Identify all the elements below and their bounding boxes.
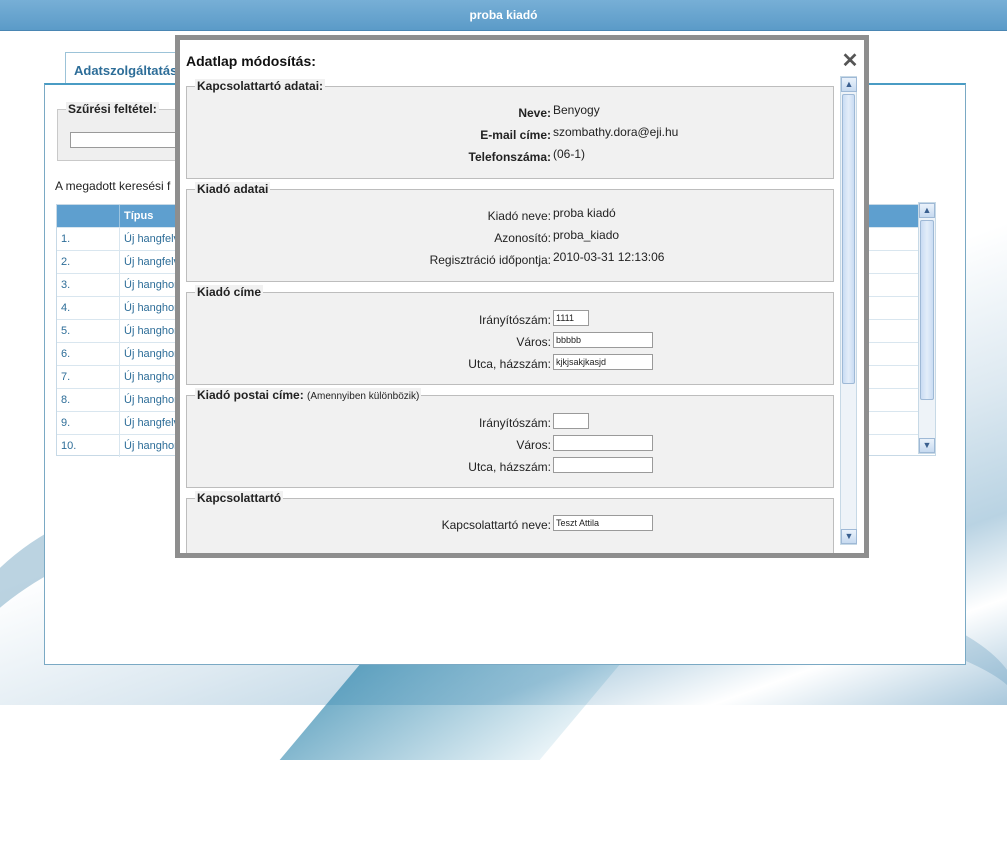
row-type: Új hanghor bbox=[120, 297, 180, 319]
section-postal: Kiadó postai címe: (Amennyiben különbözi… bbox=[186, 388, 835, 488]
postal-zip-label: Irányítószám: bbox=[478, 416, 551, 430]
row-number: 9. bbox=[57, 412, 120, 434]
contact-person-name-row: Kapcsolattartó neve: Teszt Attila bbox=[187, 515, 835, 537]
dialog-scrollbar[interactable]: ▲ ▼ bbox=[840, 76, 857, 545]
address-city-row: Város: bbbbb bbox=[187, 332, 835, 354]
row-number: 10. bbox=[57, 435, 120, 457]
section-publisher-legend: Kiadó adatai bbox=[195, 182, 271, 196]
contact-phone-label: Telefonszáma: bbox=[468, 150, 551, 164]
section-contact: Kapcsolattartó adatai: Neve: Benyogy E-m… bbox=[186, 79, 835, 179]
contact-email-label: E-mail címe: bbox=[480, 128, 551, 142]
section-publisher: Kiadó adatai Kiadó neve: proba kiadó Azo… bbox=[186, 182, 835, 282]
row-type: Új hanghor bbox=[120, 343, 180, 365]
contact-email-value: szombathy.dora@eji.hu bbox=[553, 125, 679, 139]
row-number: 8. bbox=[57, 389, 120, 411]
dialog-content: Kapcsolattartó adatai: Neve: Benyogy E-m… bbox=[186, 78, 840, 553]
postal-city-input[interactable] bbox=[553, 435, 653, 451]
contact-name-label: Neve: bbox=[518, 106, 551, 120]
row-type: Új hangfelv bbox=[120, 228, 180, 250]
scroll-up-icon[interactable]: ▲ bbox=[841, 77, 857, 92]
row-number: 6. bbox=[57, 343, 120, 365]
address-street-label: Utca, házszám: bbox=[468, 357, 551, 371]
contact-name-value: Benyogy bbox=[553, 103, 600, 117]
contact-email-row: E-mail címe: szombathy.dora@eji.hu bbox=[187, 125, 835, 147]
scroll-down-icon[interactable]: ▼ bbox=[919, 438, 935, 453]
postal-street-input[interactable] bbox=[553, 457, 653, 473]
row-number: 3. bbox=[57, 274, 120, 296]
dialog-title: Adatlap módosítás: bbox=[186, 53, 316, 69]
app-header: proba kiadó bbox=[0, 0, 1007, 31]
row-number: 2. bbox=[57, 251, 120, 273]
result-text: A megadott keresési f bbox=[55, 179, 171, 193]
publisher-id-row: Azonosító: proba_kiado bbox=[187, 228, 835, 250]
address-street-row: Utca, házszám: kjkjsakjkasjd bbox=[187, 354, 835, 376]
publisher-reg-row: Regisztráció időpontja: 2010-03-31 12:13… bbox=[187, 250, 835, 272]
row-number: 7. bbox=[57, 366, 120, 388]
section-contact-person-legend: Kapcsolattartó bbox=[195, 491, 284, 505]
postal-city-label: Város: bbox=[516, 438, 551, 452]
row-type: Új hanghor bbox=[120, 320, 180, 342]
grid-scrollbar[interactable]: ▲ ▼ bbox=[918, 202, 936, 454]
contact-person-name-label: Kapcsolattartó neve: bbox=[441, 518, 551, 532]
row-type: Új hanghor bbox=[120, 435, 180, 457]
row-type: Új hangfelv bbox=[120, 251, 180, 273]
address-zip-input[interactable]: 1111 bbox=[553, 310, 589, 326]
address-city-input[interactable]: bbbbb bbox=[553, 332, 653, 348]
grid-header-num[interactable] bbox=[57, 205, 120, 227]
postal-street-row: Utca, házszám: bbox=[187, 457, 835, 479]
row-number: 1. bbox=[57, 228, 120, 250]
row-number: 4. bbox=[57, 297, 120, 319]
scroll-up-icon[interactable]: ▲ bbox=[919, 203, 935, 218]
publisher-reg-label: Regisztráció időpontja: bbox=[429, 253, 551, 267]
contact-phone-row: Telefonszáma: (06-1) bbox=[187, 147, 835, 169]
row-type: Új hangfelv bbox=[120, 412, 180, 434]
scroll-thumb[interactable] bbox=[842, 94, 855, 384]
contact-phone-value: (06-1) bbox=[553, 147, 586, 161]
publisher-reg-value: 2010-03-31 12:13:06 bbox=[553, 250, 665, 264]
postal-zip-row: Irányítószám: bbox=[187, 413, 835, 435]
publisher-name-value: proba kiadó bbox=[553, 206, 616, 220]
postal-zip-input[interactable] bbox=[553, 413, 589, 429]
close-icon[interactable]: ✕ bbox=[840, 51, 860, 72]
row-type: Új hanghor bbox=[120, 389, 180, 411]
section-postal-note: (Amennyiben különbözik) bbox=[307, 391, 420, 402]
scroll-thumb[interactable] bbox=[920, 220, 934, 400]
row-type: Új hanghor bbox=[120, 366, 180, 388]
address-city-label: Város: bbox=[516, 335, 551, 349]
publisher-name-row: Kiadó neve: proba kiadó bbox=[187, 206, 835, 228]
postal-street-label: Utca, házszám: bbox=[468, 460, 551, 474]
section-contact-legend: Kapcsolattartó adatai: bbox=[195, 79, 326, 93]
publisher-name-label: Kiadó neve: bbox=[487, 209, 551, 223]
address-street-input[interactable]: kjkjsakjkasjd bbox=[553, 354, 653, 370]
section-postal-legend: Kiadó postai címe: (Amennyiben különbözi… bbox=[195, 388, 422, 402]
row-type: Új hanghor bbox=[120, 274, 180, 296]
row-number: 5. bbox=[57, 320, 120, 342]
contact-name-row: Neve: Benyogy bbox=[187, 103, 835, 125]
section-contact-person: Kapcsolattartó Kapcsolattartó neve: Tesz… bbox=[186, 491, 835, 553]
address-zip-row: Irányítószám: 1111 bbox=[187, 310, 835, 332]
section-address-legend: Kiadó címe bbox=[195, 285, 264, 299]
section-address: Kiadó címe Irányítószám: 1111 Város: bbb… bbox=[186, 285, 835, 385]
publisher-id-value: proba_kiado bbox=[553, 228, 620, 242]
filter-label: Szűrési feltétel: bbox=[66, 102, 159, 116]
edit-dialog: Adatlap módosítás: ✕ Kapcsolattartó adat… bbox=[175, 35, 869, 558]
edit-dialog-body: Adatlap módosítás: ✕ Kapcsolattartó adat… bbox=[180, 40, 864, 553]
scroll-down-icon[interactable]: ▼ bbox=[841, 529, 857, 544]
section-postal-title: Kiadó postai címe: bbox=[197, 388, 304, 402]
contact-person-name-input[interactable]: Teszt Attila bbox=[553, 515, 653, 531]
grid-header-type[interactable]: Típus bbox=[120, 205, 180, 227]
publisher-id-label: Azonosító: bbox=[494, 231, 551, 245]
address-zip-label: Irányítószám: bbox=[478, 313, 551, 327]
postal-city-row: Város: bbox=[187, 435, 835, 457]
